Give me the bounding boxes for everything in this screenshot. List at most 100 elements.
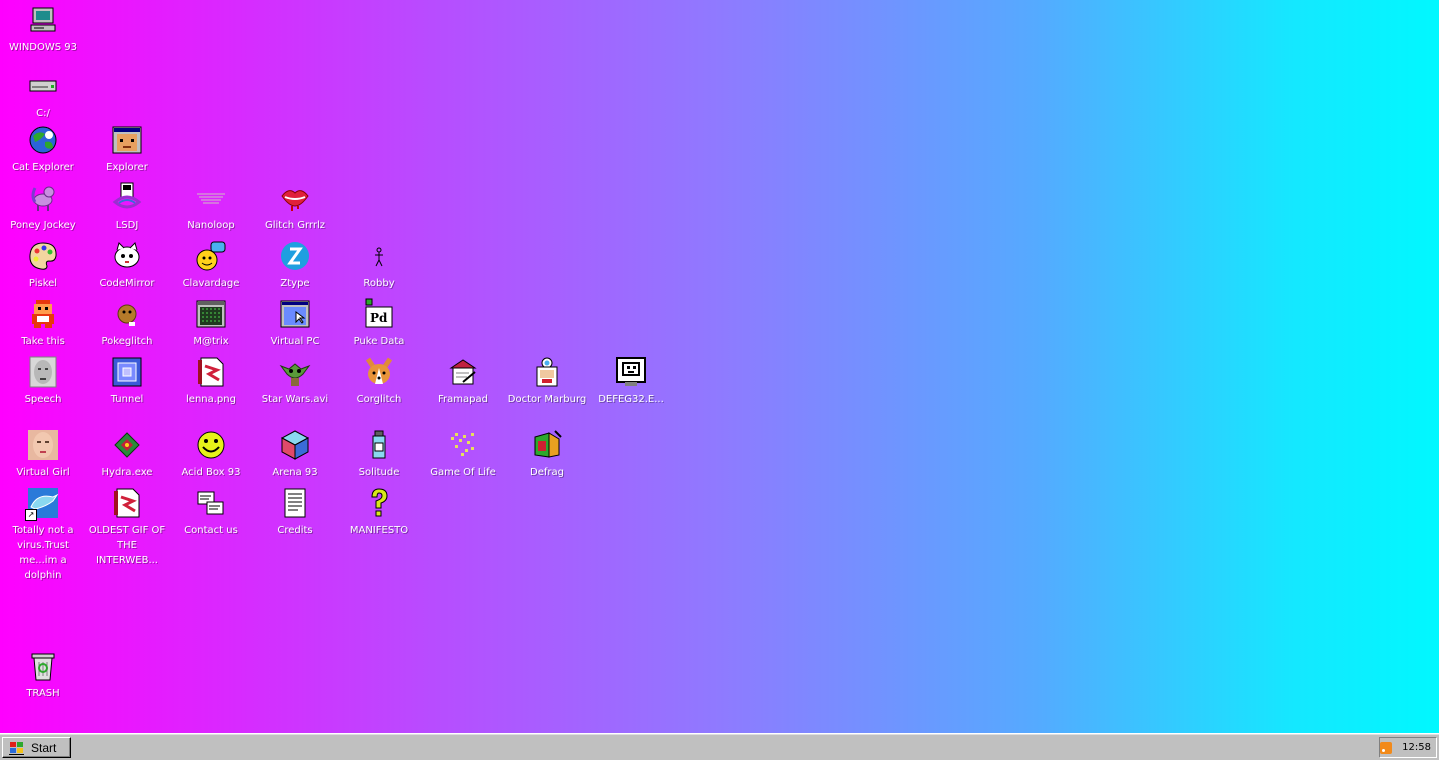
explorer-window-icon <box>111 124 143 156</box>
document-icon <box>279 487 311 519</box>
icon-label: Virtual Girl <box>16 467 70 478</box>
palette-icon <box>27 240 59 272</box>
system-tray: 12:58 <box>1379 737 1437 758</box>
virtual-pc-icon <box>279 298 311 330</box>
icon-label: LSDJ <box>115 220 139 231</box>
start-label: Start <box>31 740 57 755</box>
computer-icon <box>27 4 59 36</box>
icon-label: MANIFESTO <box>349 525 409 536</box>
desktop-icon-speech[interactable]: Speech <box>1 356 85 407</box>
desktop-icon-arena[interactable]: Arena 93 <box>253 429 337 480</box>
desktop: WINDOWS 93 C:/ Cat Explorer Explorer Pon… <box>0 0 1439 733</box>
icon-label: Contact us <box>184 525 238 536</box>
icon-label: Game Of Life <box>430 467 496 478</box>
desktop-icon-take-this[interactable]: Take this <box>1 298 85 349</box>
icon-label: Corglitch <box>356 394 402 405</box>
desktop-icon-ztype[interactable]: Ztype <box>253 240 337 291</box>
yoda-icon <box>279 356 311 388</box>
defeg-monitor-icon <box>615 356 647 388</box>
desktop-icon-lsdj[interactable]: LSDJ <box>85 182 169 233</box>
desktop-icon-doctor-marburg[interactable]: Doctor Marburg <box>505 356 589 407</box>
desktop-icon-lenna[interactable]: lenna.png <box>169 356 253 407</box>
icon-label: M@trix <box>193 336 229 347</box>
desktop-icon-tunnel[interactable]: Tunnel <box>85 356 169 407</box>
pd-icon: Pd <box>363 298 395 330</box>
desktop-icon-pokeglitch[interactable]: Pokeglitch <box>85 298 169 349</box>
desktop-icon-hydra[interactable]: Hydra.exe <box>85 429 169 480</box>
clock: 12:58 <box>1402 742 1431 753</box>
hydra-icon <box>111 429 143 461</box>
desktop-icon-defeg32[interactable]: DEFEG32.E... <box>589 356 673 407</box>
icon-label: Virtual PC <box>270 336 320 347</box>
icon-label: TRASH <box>26 688 60 699</box>
icon-label: OLDEST GIF OF THE INTERWEB... <box>88 525 166 566</box>
smiley-icon <box>195 429 227 461</box>
desktop-icon-defrag[interactable]: Defrag <box>505 429 589 480</box>
desktop-icon-robby[interactable]: Robby <box>337 240 421 291</box>
wave-icon <box>195 182 227 214</box>
desktop-icon-virtual-pc[interactable]: Virtual PC <box>253 298 337 349</box>
desktop-icon-dolphin[interactable]: ↗ Totally not a virus.Trust me...im a do… <box>1 487 85 583</box>
icon-label: Hydra.exe <box>101 467 153 478</box>
icon-label: lenna.png <box>186 394 236 405</box>
girl-face-icon <box>27 429 59 461</box>
desktop-icon-game-of-life[interactable]: Game Of Life <box>421 429 505 480</box>
desktop-icon-explorer[interactable]: Explorer <box>85 124 169 175</box>
desktop-icon-drive-c[interactable]: C:/ <box>1 70 85 121</box>
chat-icon <box>195 240 227 272</box>
icon-label: WINDOWS 93 <box>8 42 78 53</box>
drive-icon <box>27 70 59 102</box>
desktop-icon-poney-jockey[interactable]: Poney Jockey <box>1 182 85 233</box>
svg-text:Pd: Pd <box>370 311 388 325</box>
desktop-icon-nanoloop[interactable]: Nanoloop <box>169 182 253 233</box>
desktop-icon-oldest-gif[interactable]: OLDEST GIF OF THE INTERWEB... <box>85 487 169 568</box>
icon-label: Robby <box>363 278 395 289</box>
icon-label: Doctor Marburg <box>507 394 587 405</box>
desktop-icon-acid-box[interactable]: Acid Box 93 <box>169 429 253 480</box>
icon-label: Tunnel <box>110 394 144 405</box>
icon-label: Nanoloop <box>187 220 235 231</box>
icon-label: Defrag <box>530 467 564 478</box>
icon-label: Poney Jockey <box>10 220 76 231</box>
stick-figure-icon <box>363 240 395 272</box>
desktop-icon-solitude[interactable]: Solitude <box>337 429 421 480</box>
desktop-icon-cat-explorer[interactable]: Cat Explorer <box>1 124 85 175</box>
defrag-icon <box>531 429 563 461</box>
desktop-icon-windows93[interactable]: WINDOWS 93 <box>1 4 85 55</box>
desktop-icon-credits[interactable]: Credits <box>253 487 337 538</box>
gif-file-icon <box>111 487 143 519</box>
pony-icon <box>27 182 59 214</box>
icon-label: DEFEG32.E... <box>598 394 664 405</box>
desktop-icon-framapad[interactable]: Framapad <box>421 356 505 407</box>
desktop-icon-star-wars[interactable]: Star Wars.avi <box>253 356 337 407</box>
icon-label: Explorer <box>106 162 148 173</box>
desktop-icon-codemirror[interactable]: CodeMirror <box>85 240 169 291</box>
pokeglitch-icon <box>111 298 143 330</box>
desktop-icon-clavardage[interactable]: Clavardage <box>169 240 253 291</box>
icon-label: Ztype <box>280 278 310 289</box>
desktop-icon-trash[interactable]: TRASH <box>1 650 85 701</box>
icon-label: Glitch Grrrlz <box>265 220 325 231</box>
rss-icon[interactable] <box>1380 741 1393 754</box>
desktop-icon-piskel[interactable]: Piskel <box>1 240 85 291</box>
desktop-icon-virtual-girl[interactable]: Virtual Girl <box>1 429 85 480</box>
desktop-icon-corglitch[interactable]: Corglitch <box>337 356 421 407</box>
face-speech-icon <box>27 356 59 388</box>
doctor-icon <box>531 356 563 388</box>
icon-label: Acid Box 93 <box>181 467 241 478</box>
desktop-icon-manifesto[interactable]: MANIFESTO <box>337 487 421 538</box>
corgi-icon <box>363 356 395 388</box>
start-button[interactable]: Start <box>2 737 71 758</box>
cat-code-icon <box>111 240 143 272</box>
desktop-icon-puke-data[interactable]: Pd Puke Data <box>337 298 421 349</box>
icon-label: Star Wars.avi <box>261 394 329 405</box>
desktop-icon-contact-us[interactable]: Contact us <box>169 487 253 538</box>
desktop-icon-glitch-grrrlz[interactable]: Glitch Grrrlz <box>253 182 337 233</box>
gameboy-icon <box>111 182 143 214</box>
dolphin-icon: ↗ <box>25 487 59 521</box>
contact-icon <box>195 487 227 519</box>
desktop-icon-matrix[interactable]: M@trix <box>169 298 253 349</box>
cube-icon <box>279 429 311 461</box>
ztype-icon <box>279 240 311 272</box>
windows-logo-icon <box>9 741 24 755</box>
